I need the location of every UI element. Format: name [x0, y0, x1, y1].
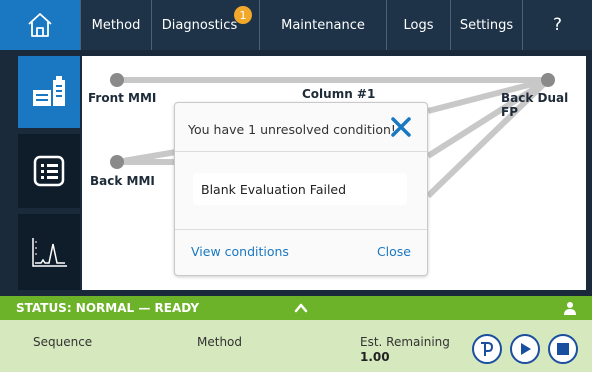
instrument-icon	[33, 76, 65, 106]
nav-logs-label: Logs	[403, 17, 434, 33]
front-mmi-label: Front MMI	[88, 91, 157, 105]
nav-method-label: Method	[91, 17, 141, 33]
prep-run-button[interactable]	[472, 334, 502, 364]
unresolved-condition-dialog: You have 1 unresolved condition! Blank E…	[174, 102, 428, 276]
sidebar-item-instrument[interactable]	[18, 56, 80, 128]
dialog-divider-top	[175, 151, 427, 152]
nav-help-label: ?	[552, 15, 563, 35]
nav-diagnostics-label: Diagnostics	[161, 17, 238, 33]
top-nav-bar: Method Diagnostics 1 Maintenance Logs Se…	[0, 0, 592, 50]
list-icon	[33, 155, 65, 187]
detector-node	[541, 73, 555, 87]
user-icon[interactable]	[563, 301, 577, 315]
sidebar-item-list[interactable]	[18, 134, 80, 208]
run-info-bar: Sequence Method Est. Remaining 1.00	[0, 320, 592, 372]
method-label: Method	[197, 335, 243, 349]
stop-button[interactable]	[548, 334, 578, 364]
condition-message: Blank Evaluation Failed	[193, 173, 407, 205]
nav-method[interactable]: Method	[80, 0, 151, 50]
home-button[interactable]	[0, 0, 80, 50]
status-text: STATUS: NORMAL — READY	[16, 301, 200, 315]
dialog-title: You have 1 unresolved condition!	[188, 122, 396, 137]
nav-maintenance[interactable]: Maintenance	[259, 0, 386, 50]
view-conditions-link[interactable]: View conditions	[191, 244, 289, 259]
detector-label: Back Dual FP	[501, 91, 569, 119]
prep-run-icon	[481, 342, 494, 356]
diagnostics-badge: 1	[234, 6, 252, 24]
sidebar-item-chromatogram[interactable]	[18, 214, 80, 290]
start-button[interactable]	[510, 334, 540, 364]
dialog-divider-bottom	[175, 229, 427, 230]
stop-icon	[557, 343, 569, 355]
condition-message-text: Blank Evaluation Failed	[201, 181, 347, 197]
nav-settings[interactable]: Settings	[450, 0, 522, 50]
home-icon	[28, 13, 52, 37]
nav-help[interactable]: ?	[522, 0, 592, 50]
nav-diagnostics[interactable]: Diagnostics 1	[151, 0, 259, 50]
back-mmi-label: Back MMI	[90, 174, 155, 188]
nav-logs[interactable]: Logs	[386, 0, 450, 50]
chevron-up-icon[interactable]	[293, 300, 309, 316]
close-link[interactable]: Close	[377, 244, 411, 259]
nav-maintenance-label: Maintenance	[281, 17, 365, 33]
play-icon	[521, 343, 531, 355]
front-mmi-node	[110, 73, 124, 87]
sequence-label: Sequence	[33, 335, 93, 349]
est-remaining-value: 1.00	[360, 350, 390, 364]
chromatogram-icon	[32, 238, 67, 267]
nav-settings-label: Settings	[459, 17, 514, 33]
est-remaining-label: Est. Remaining	[360, 335, 450, 349]
column-label: Column #1	[302, 87, 376, 101]
close-icon[interactable]	[389, 115, 413, 139]
sidebar	[0, 50, 80, 294]
status-bar: STATUS: NORMAL — READY	[0, 296, 592, 320]
back-mmi-node	[110, 155, 124, 169]
